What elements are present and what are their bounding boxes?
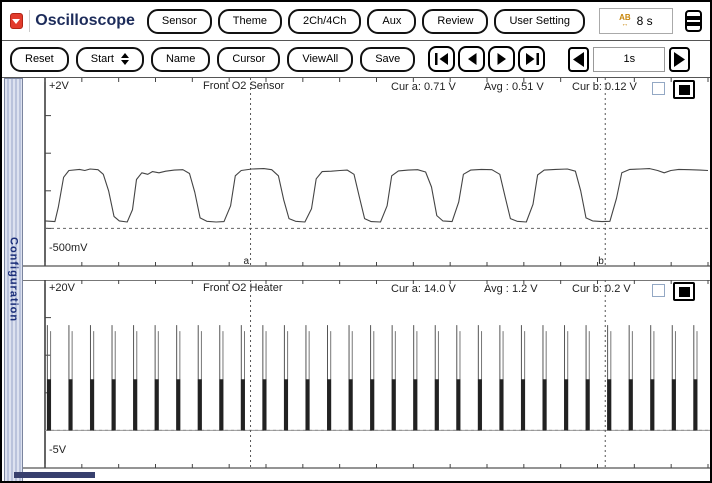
cursor-button[interactable]: Cursor [217, 47, 280, 72]
timebase-value: 1s [593, 47, 665, 72]
ch2-channel-color-button[interactable] [673, 282, 695, 301]
timebase-increase-button[interactable] [669, 47, 690, 72]
divider [29, 10, 30, 32]
step-forward-button[interactable] [488, 46, 515, 72]
save-button[interactable]: Save [360, 47, 415, 72]
skip-start-icon [435, 53, 449, 65]
configuration-tab[interactable]: Configuration [4, 78, 23, 482]
ch2-scale-bottom: -5V [49, 444, 66, 456]
arrow-left-icon [465, 53, 479, 65]
ch1-avg-readout: Avg : 0.51 V [484, 81, 544, 93]
user-setting-button[interactable]: User Setting [494, 9, 585, 34]
black-square-icon [679, 85, 690, 95]
start-button[interactable]: Start [76, 47, 144, 72]
skip-end-button[interactable] [518, 46, 545, 72]
channel-2-panel: +20V Front O2 Heater Cur a: 14.0 V Avg :… [23, 280, 710, 470]
skip-start-button[interactable] [428, 46, 455, 72]
ch1-scale-bottom: -500mV [49, 242, 88, 254]
split-view-icon-button[interactable] [685, 10, 702, 32]
ch1-cursor-b-readout: Cur b: 0.12 V [572, 81, 637, 93]
svg-text:b: b [598, 256, 604, 267]
ab-time-value: 8 s [637, 14, 653, 28]
ch2-waveform-plot [23, 280, 710, 470]
ch2-avg-readout: Avg : 1.2 V [484, 283, 538, 295]
ch2-scale-top: +20V [49, 282, 75, 294]
step-back-button[interactable] [458, 46, 485, 72]
record-nav-group [428, 46, 545, 72]
name-button[interactable]: Name [151, 47, 210, 72]
plot-area: +2V Front O2 Sensor Cur a: 0.71 V Avg : … [23, 78, 710, 482]
timebase-group: 1s [568, 47, 690, 72]
spinner-icon [121, 53, 129, 65]
ch2-title: Front O2 Heater [203, 282, 282, 294]
ch1-cursor-a-readout: Cur a: 0.71 V [391, 81, 456, 93]
app-dropdown-button[interactable] [10, 13, 23, 29]
split-view-icon [687, 16, 700, 20]
arrow-left-icon [572, 52, 585, 67]
ch1-waveform-plot: ab [23, 78, 710, 268]
black-square-icon [679, 287, 690, 297]
ch1-scale-top: +2V [49, 80, 69, 92]
page-title: Oscilloscope [35, 12, 135, 30]
ch1-checkbox[interactable] [652, 82, 665, 95]
ch1-channel-color-button[interactable] [673, 80, 695, 99]
svg-text:a: a [244, 256, 250, 267]
arrow-right-icon [673, 52, 686, 67]
horizontal-scrollbar-thumb[interactable] [14, 472, 95, 478]
ch2-cursor-a-readout: Cur a: 14.0 V [391, 283, 456, 295]
viewall-button[interactable]: ViewAll [287, 47, 353, 72]
channel-1-panel: +2V Front O2 Sensor Cur a: 0.71 V Avg : … [23, 78, 710, 268]
ch1-title: Front O2 Sensor [203, 80, 284, 92]
skip-end-icon [525, 53, 539, 65]
ch2-checkbox[interactable] [652, 284, 665, 297]
aux-button[interactable]: Aux [367, 9, 416, 34]
ab-time-display: AB ↔ 8 s [599, 8, 673, 34]
channel-divider [23, 268, 710, 280]
caret-down-icon [12, 19, 20, 24]
review-button[interactable]: Review [422, 9, 488, 34]
channel-mode-button[interactable]: 2Ch/4Ch [288, 9, 361, 34]
reset-button[interactable]: Reset [10, 47, 69, 72]
ab-cursor-icon: AB ↔ [619, 14, 631, 28]
sensor-button[interactable]: Sensor [147, 9, 212, 34]
theme-button[interactable]: Theme [218, 9, 282, 34]
oscilloscope-window: Oscilloscope Sensor Theme 2Ch/4Ch Aux Re… [0, 0, 712, 483]
main-area: Configuration +2V Front O2 Sensor Cur a:… [2, 78, 710, 482]
timebase-decrease-button[interactable] [568, 47, 589, 72]
top-toolbar: Oscilloscope Sensor Theme 2Ch/4Ch Aux Re… [2, 2, 710, 41]
ch2-cursor-b-readout: Cur b: 0.2 V [572, 283, 631, 295]
control-toolbar: Reset Start Name Cursor ViewAll Save [2, 41, 710, 78]
configuration-tab-label: Configuration [8, 237, 20, 322]
arrow-right-icon [495, 53, 509, 65]
